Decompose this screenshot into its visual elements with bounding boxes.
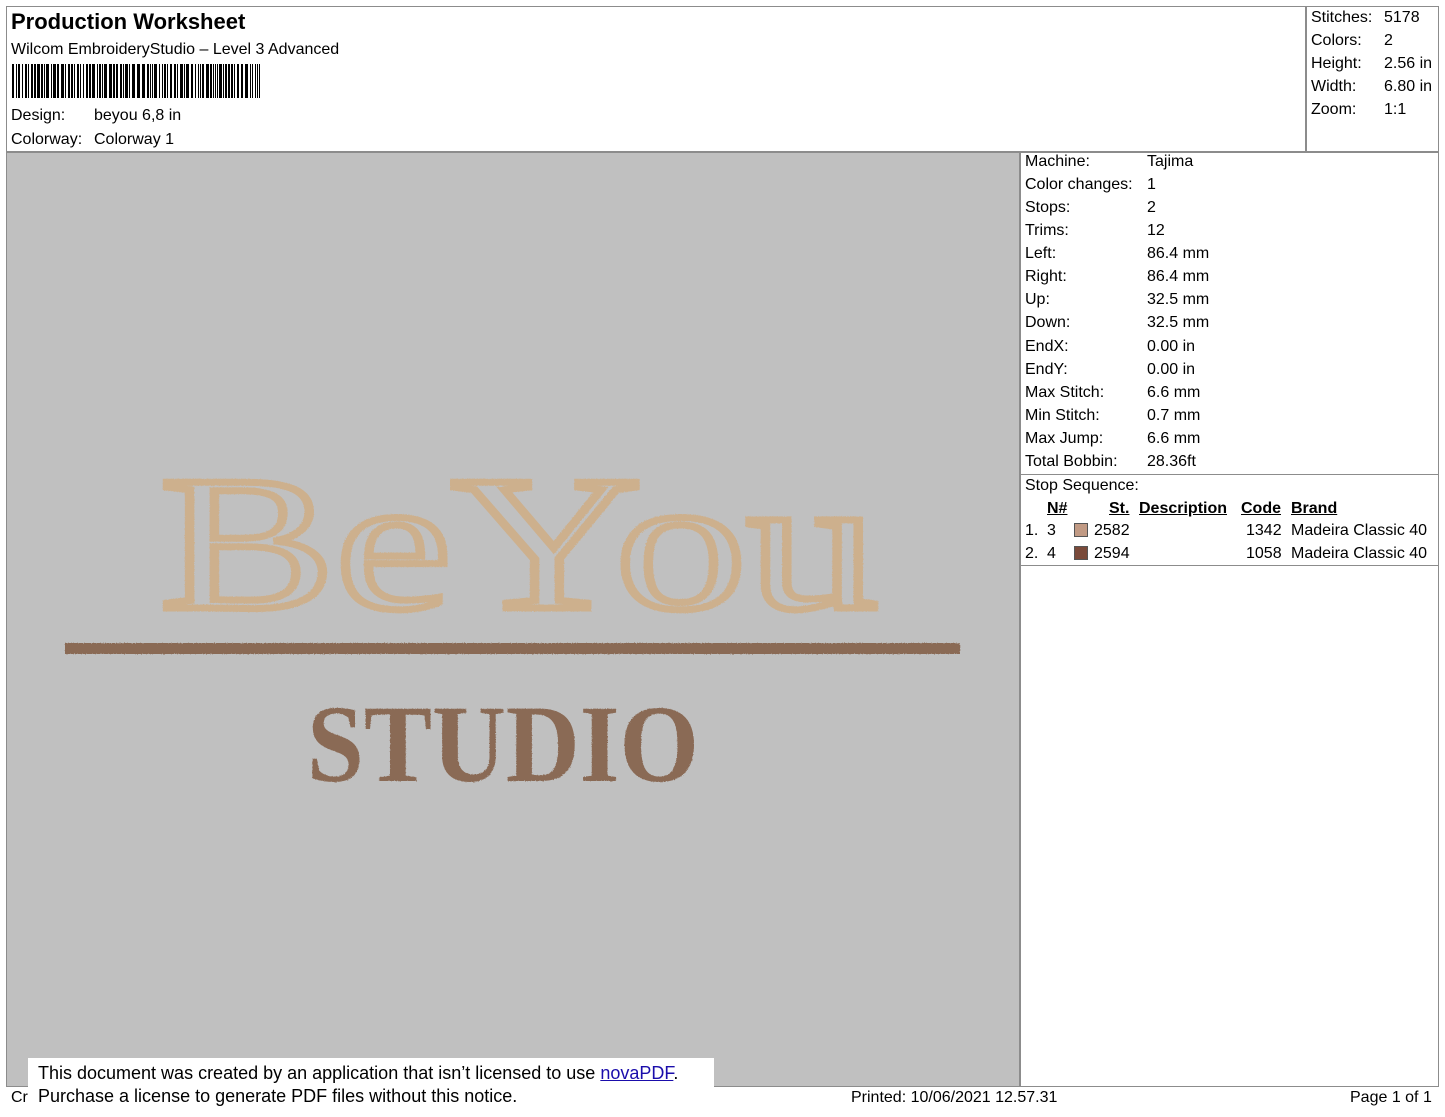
row-needle: 3 xyxy=(1047,522,1056,539)
detail-label: EndY: xyxy=(1025,361,1068,378)
design-text-studio: Studio xyxy=(307,683,699,805)
detail-label: Machine: xyxy=(1025,153,1090,170)
detail-value: 86.4 mm xyxy=(1147,245,1210,262)
detail-value: 6.6 mm xyxy=(1147,430,1201,447)
detail-down: Down: 32.5 mm xyxy=(1025,314,1209,332)
section-divider xyxy=(1021,474,1438,475)
detail-label: Color changes: xyxy=(1025,176,1133,193)
detail-min-stitch: Min Stitch: 0.7 mm xyxy=(1025,407,1200,425)
detail-value: 1 xyxy=(1147,176,1156,193)
stop-sequence-title: Stop Sequence: xyxy=(1025,477,1139,494)
detail-value: 86.4 mm xyxy=(1147,268,1210,285)
row-index: 1. xyxy=(1025,522,1039,539)
detail-value: 28.36ft xyxy=(1147,453,1196,470)
row-brand: Madeira Classic 40 xyxy=(1291,522,1428,539)
notice-text: This document was created by an applicat… xyxy=(38,1063,601,1083)
detail-label: Up: xyxy=(1025,291,1050,308)
row-stitches: 2582 xyxy=(1094,522,1130,539)
detail-total-bobbin: Total Bobbin: 28.36ft xyxy=(1025,453,1196,471)
detail-label: Trims: xyxy=(1025,222,1069,239)
notice-period: . xyxy=(673,1063,679,1083)
detail-value: 12 xyxy=(1147,222,1165,239)
footer-page-number: Page 1 of 1 xyxy=(1350,1089,1432,1106)
detail-max-jump: Max Jump: 6.6 mm xyxy=(1025,430,1200,448)
detail-value: 32.5 mm xyxy=(1147,291,1210,308)
embroidery-design-artwork: BeYou Studio xyxy=(65,434,960,805)
notice-line-1: This document was created by an applicat… xyxy=(38,1062,704,1085)
column-header-n: N# xyxy=(1047,500,1068,517)
design-text-beyou: BeYou xyxy=(160,437,878,650)
footer-printed-date: Printed: 10/06/2021 12.57.31 xyxy=(851,1089,1058,1106)
detail-value: 6.6 mm xyxy=(1147,384,1201,401)
detail-left: Left: 86.4 mm xyxy=(1025,245,1209,263)
detail-label: Down: xyxy=(1025,314,1071,331)
detail-label: Right: xyxy=(1025,268,1067,285)
detail-label: Max Jump: xyxy=(1025,430,1104,447)
row-code: 1058 xyxy=(1246,545,1282,562)
table-divider xyxy=(1021,565,1438,566)
row-stitches: 2594 xyxy=(1094,545,1130,562)
detail-label: Left: xyxy=(1025,245,1057,262)
detail-up: Up: 32.5 mm xyxy=(1025,291,1209,309)
row-code: 1342 xyxy=(1246,522,1282,539)
footer-created-fragment: Cr xyxy=(11,1089,28,1106)
detail-value: 0.7 mm xyxy=(1147,407,1201,424)
detail-stops: Stops: 2 xyxy=(1025,199,1156,217)
column-header-st: St. xyxy=(1109,500,1130,517)
row-needle: 4 xyxy=(1047,545,1056,562)
detail-value: Tajima xyxy=(1147,153,1194,170)
detail-max-stitch: Max Stitch: 6.6 mm xyxy=(1025,384,1200,402)
detail-machine: Machine: Tajima xyxy=(1025,153,1193,171)
thread-color-swatch xyxy=(1074,546,1088,560)
detail-value: 0.00 in xyxy=(1147,338,1196,355)
notice-line-2: Purchase a license to generate PDF files… xyxy=(38,1086,518,1106)
detail-color-changes: Color changes: 1 xyxy=(1025,176,1156,194)
design-divider-line xyxy=(65,643,960,654)
row-index: 2. xyxy=(1025,545,1039,562)
detail-endx: EndX: 0.00 in xyxy=(1025,338,1195,356)
detail-label: Min Stitch: xyxy=(1025,407,1100,424)
detail-label: Total Bobbin: xyxy=(1025,453,1118,470)
license-notice: This document was created by an applicat… xyxy=(28,1058,714,1112)
detail-endy: EndY: 0.00 in xyxy=(1025,361,1195,379)
row-brand: Madeira Classic 40 xyxy=(1291,545,1428,562)
detail-trims: Trims: 12 xyxy=(1025,222,1165,240)
detail-value: 2 xyxy=(1147,199,1156,216)
detail-value: 0.00 in xyxy=(1147,361,1196,378)
detail-label: Max Stitch: xyxy=(1025,384,1105,401)
column-header-code: Code xyxy=(1241,500,1281,517)
novapdf-link[interactable]: novaPDF xyxy=(600,1063,673,1083)
detail-right: Right: 86.4 mm xyxy=(1025,268,1209,286)
thread-color-swatch xyxy=(1074,523,1088,537)
detail-value: 32.5 mm xyxy=(1147,314,1210,331)
detail-label: EndX: xyxy=(1025,338,1069,355)
detail-label: Stops: xyxy=(1025,199,1071,216)
column-header-description: Description xyxy=(1139,500,1228,517)
column-header-brand: Brand xyxy=(1291,500,1338,517)
